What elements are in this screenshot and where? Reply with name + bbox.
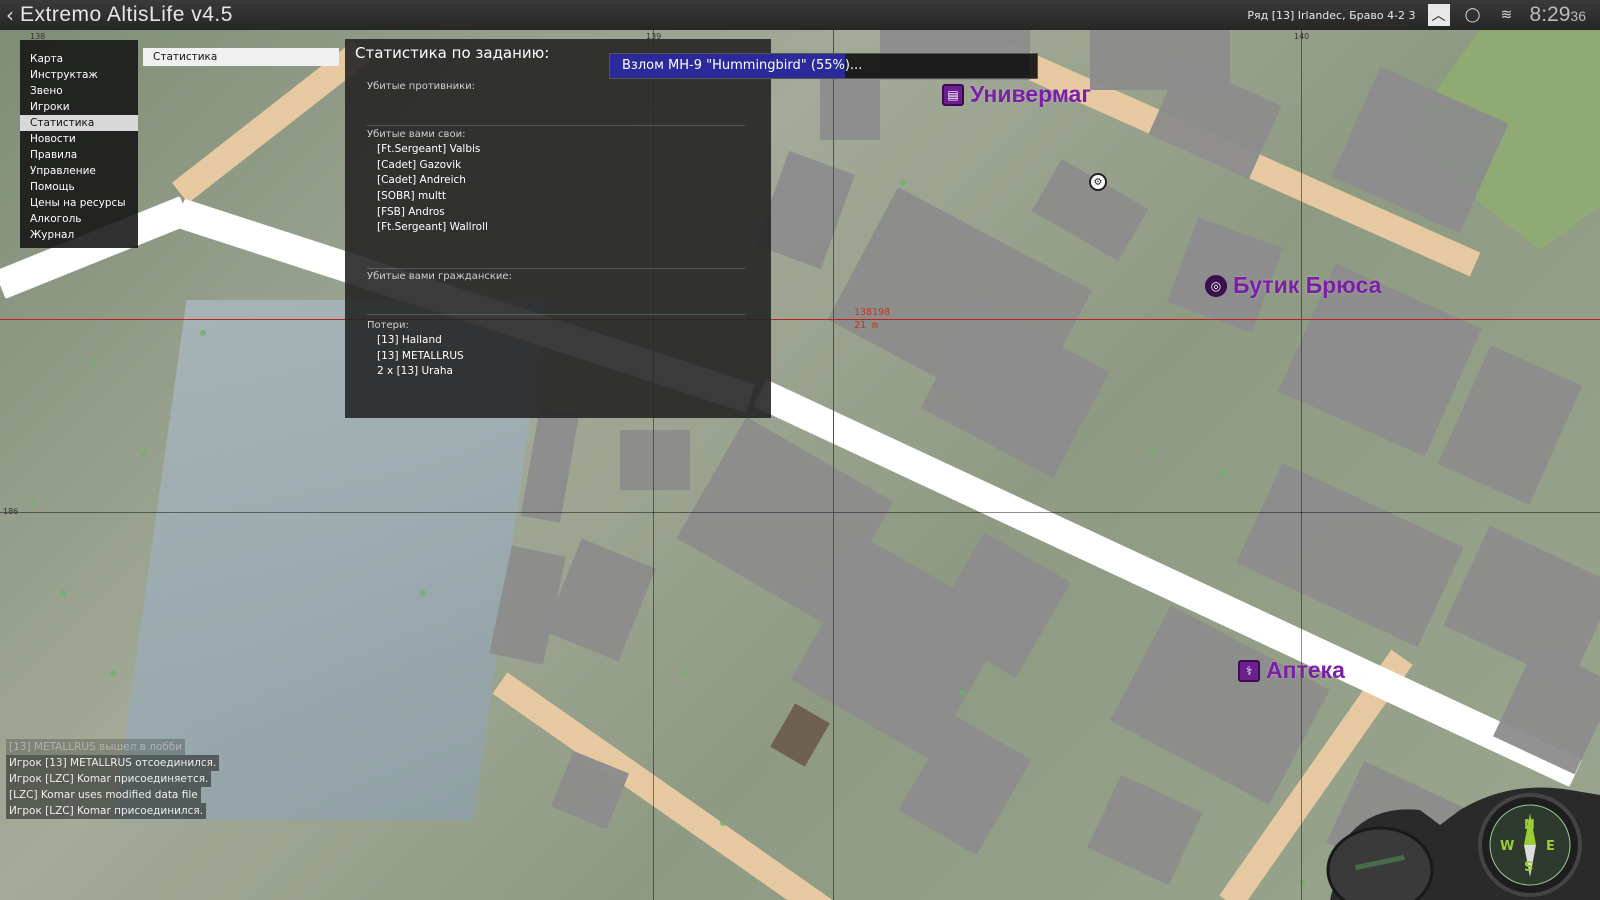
subtab-statistics[interactable]: Статистика xyxy=(143,48,339,66)
clock-main: 8:29 xyxy=(1529,3,1571,26)
building xyxy=(770,703,830,767)
list-item: [Ft.Sergeant] Valbis xyxy=(377,143,481,155)
map-marker-pharmacy[interactable]: ⚕ Аптека xyxy=(1238,657,1345,684)
friendly-killed-list: [Ft.Sergeant] Valbis [Cadet] Gazovik [Ca… xyxy=(377,142,488,236)
enemies-killed-label: Убитые противники: xyxy=(367,81,475,92)
grid-line xyxy=(0,512,1600,513)
map-view[interactable]: 138 139 140 186 138198 21 m ▤ Универмаг … xyxy=(0,30,1600,900)
menu-item-squad[interactable]: Звено xyxy=(20,83,138,99)
clock-seconds: 36 xyxy=(1570,8,1586,24)
building xyxy=(1087,774,1203,886)
back-chevron-icon[interactable]: ‹ xyxy=(0,3,20,27)
menu-item-prices[interactable]: Цены на ресурсы xyxy=(20,195,138,211)
statistics-panel: Статистика по заданию: Убитые противники… xyxy=(345,39,771,418)
compass-widget[interactable]: N E S W xyxy=(1310,785,1600,900)
building xyxy=(1443,525,1600,685)
map-marker-boutique[interactable]: ◎ Бутик Брюса xyxy=(1205,272,1381,299)
chat-line: [LZC] Komar uses modified data file xyxy=(6,787,201,803)
marker-label: Универмаг xyxy=(970,81,1091,107)
grid-label: 186 xyxy=(3,507,19,516)
hack-progress-bar: Взлом MH-9 "Hummingbird" (55%)... xyxy=(609,53,1038,79)
mission-title: Extremo AltisLife v4.5 xyxy=(20,3,233,26)
cursor-grid-readout: 138198 xyxy=(854,307,891,318)
pharmacy-icon: ⚕ xyxy=(1238,659,1260,682)
progress-text: Взлом MH-9 "Hummingbird" (55%)... xyxy=(622,58,863,73)
menu-item-players[interactable]: Игроки xyxy=(20,99,138,115)
menu-item-briefing[interactable]: Инструктаж xyxy=(20,67,138,83)
cursor-distance: 21 m xyxy=(854,320,879,331)
group-info: Ряд [13] Irlandec, Браво 4-2 3 xyxy=(1247,8,1416,22)
building xyxy=(1031,159,1149,261)
list-item: [FSB] Andros xyxy=(377,205,445,218)
menu-item-news[interactable]: Новости xyxy=(20,131,138,147)
divider xyxy=(367,314,745,315)
compass-east-label: E xyxy=(1546,839,1555,854)
list-item: [Ft.Sergeant] Wallroll xyxy=(377,221,488,234)
cursor-vertical xyxy=(833,30,834,900)
civilians-killed-label: Убитые вами гражданские: xyxy=(367,271,512,282)
top-bar: ‹ Extremo AltisLife v4.5 Ряд [13] Irland… xyxy=(0,0,1600,30)
clock: 8:2936 xyxy=(1530,3,1586,27)
chat-line: [13] METALLRUS вышел в лобби xyxy=(6,739,186,755)
losses-label: Потери: xyxy=(367,320,409,331)
list-item: [Cadet] Andreich xyxy=(377,174,466,187)
losses-list: [13] Halland [13] METALLRUS 2 x [13] Ura… xyxy=(377,333,464,380)
compass-north-label: N xyxy=(1524,818,1535,833)
divider xyxy=(367,125,745,126)
menu-item-statistics[interactable]: Статистика xyxy=(20,115,138,131)
compass-west-label: W xyxy=(1500,839,1514,854)
building xyxy=(820,70,880,140)
compass-south-label: S xyxy=(1524,860,1533,875)
gps-ring-icon[interactable]: ◯ xyxy=(1462,4,1484,26)
grid-label: 140 xyxy=(1294,32,1310,41)
marker-label: Аптека xyxy=(1266,657,1345,683)
chat-line: Игрок [13] METALLRUS отсоединился. xyxy=(6,755,220,771)
briefing-menu: Карта Инструктаж Звено Игроки Статистика… xyxy=(20,40,138,248)
cursor-coordinates: 138198 21 m xyxy=(854,306,890,332)
cursor-horizontal xyxy=(0,319,1600,320)
list-item: 2 x [13] Uraha xyxy=(377,365,453,378)
menu-item-alcohol[interactable]: Алкоголь xyxy=(20,211,138,227)
list-item: [Cadet] Gazovik xyxy=(377,158,462,171)
menu-item-controls[interactable]: Управление xyxy=(20,163,138,179)
list-item: [13] METALLRUS xyxy=(377,349,464,362)
chat-line: Игрок [LZC] Komar присоединяется. xyxy=(6,771,212,787)
building xyxy=(620,430,690,490)
layers-icon[interactable]: ≋ xyxy=(1496,4,1518,26)
friendly-killed-label: Убитые вами свои: xyxy=(367,129,466,140)
boutique-icon: ◎ xyxy=(1205,274,1227,297)
chat-line: Игрок [LZC] Komar присоединился. xyxy=(6,803,207,819)
divider xyxy=(367,268,745,269)
menu-item-journal[interactable]: Журнал xyxy=(20,227,138,243)
building xyxy=(520,407,580,523)
list-item: [SOBR] multt xyxy=(377,190,446,203)
menu-item-rules[interactable]: Правила xyxy=(20,147,138,163)
menu-item-map[interactable]: Карта xyxy=(20,51,138,67)
list-item: [13] Halland xyxy=(377,334,442,346)
marker-label: Бутик Брюса xyxy=(1233,272,1382,298)
map-marker-store[interactable]: ▤ Универмаг xyxy=(942,81,1091,108)
player-position-icon[interactable]: ⚙ xyxy=(1089,173,1107,191)
store-icon: ▤ xyxy=(942,83,964,106)
grid-line xyxy=(1301,30,1302,900)
chat-log: [13] METALLRUS вышел в лобби Игрок [13] … xyxy=(6,739,220,819)
chevron-up-icon[interactable]: ︿ xyxy=(1427,4,1450,26)
statistics-header: Статистика по заданию: xyxy=(355,44,550,62)
menu-item-help[interactable]: Помощь xyxy=(20,179,138,195)
